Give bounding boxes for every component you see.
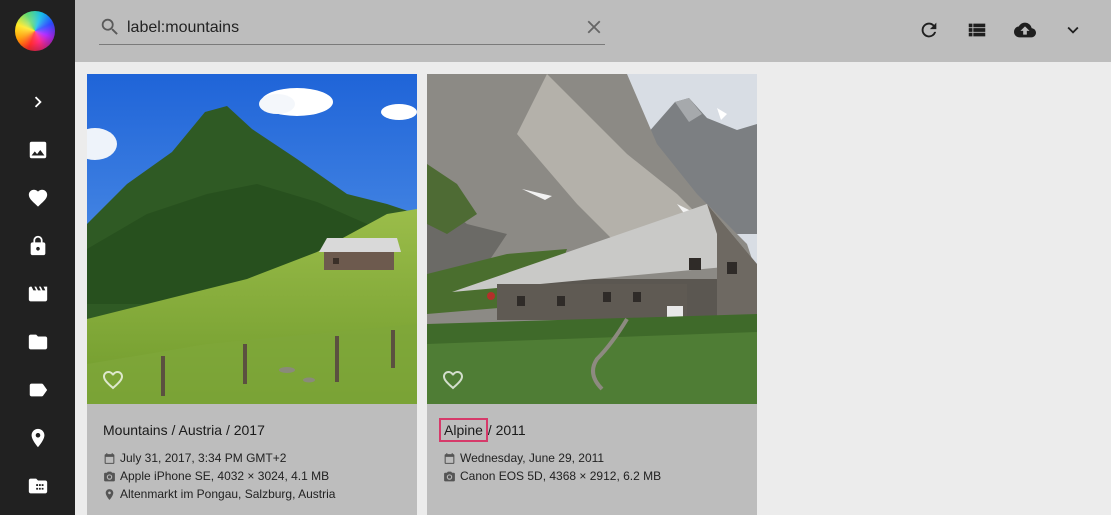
sidebar-item-photos[interactable] [0, 130, 75, 170]
sidebar-item-labels[interactable] [0, 370, 75, 410]
lock-icon [30, 235, 45, 256]
highlighted-title-word[interactable]: Alpine [439, 418, 488, 442]
refresh-icon [921, 22, 937, 38]
search-input[interactable] [127, 16, 567, 40]
place-icon [105, 488, 114, 500]
sidebar-item-videos[interactable] [0, 274, 75, 314]
photo-date: July 31, 2017, 3:34 PM GMT+2 [103, 451, 286, 465]
camera-icon [104, 471, 115, 481]
photo-location[interactable]: Altenmarkt im Pongau, Salzburg, Austria [103, 487, 335, 501]
sidebar-item-private[interactable] [0, 226, 75, 266]
photo-camera: Apple iPhone SE, 4032 × 3024, 4.1 MB [103, 469, 329, 483]
list-view-icon [968, 23, 986, 37]
photo-card[interactable]: Mountains / Austria / 2017 July 31, 2017… [87, 74, 417, 515]
photo-title[interactable]: Alpine / 2011 [439, 418, 526, 442]
heart-outline-icon [103, 371, 123, 390]
photo-date: Wednesday, June 29, 2011 [443, 451, 604, 465]
more-options-button[interactable] [1059, 16, 1087, 44]
app-logo[interactable] [15, 11, 55, 51]
photo-camera-text: Canon EOS 5D, 4368 × 2912, 6.2 MB [460, 469, 662, 483]
sidebar-expand-button[interactable] [0, 82, 75, 122]
photo-title[interactable]: Mountains / Austria / 2017 [103, 422, 265, 438]
heart-icon [28, 189, 47, 207]
photo-date-text: July 31, 2017, 3:34 PM GMT+2 [120, 451, 287, 465]
sidebar-item-places[interactable] [0, 418, 75, 458]
photo-camera-text: Apple iPhone SE, 4032 × 3024, 4.1 MB [120, 469, 330, 483]
calendar-icon [444, 452, 455, 464]
photo-icon [29, 141, 46, 159]
refresh-button[interactable] [915, 16, 943, 44]
photo-thumbnail[interactable] [427, 74, 757, 404]
chevron-right-icon [34, 96, 42, 108]
clear-search-button[interactable] [583, 16, 605, 38]
photo-camera: Canon EOS 5D, 4368 × 2912, 6.2 MB [443, 469, 661, 483]
video-icon [28, 286, 47, 302]
photo-thumbnail[interactable] [87, 74, 417, 404]
sidebar-item-library[interactable] [0, 466, 75, 506]
list-view-button[interactable] [963, 16, 991, 44]
photo-card[interactable]: Alpine / 2011 Wednesday, June 29, 2011 C… [427, 74, 757, 515]
calendar-icon [104, 452, 115, 464]
sidebar [0, 0, 75, 515]
search-icon [99, 16, 121, 38]
sidebar-item-favorites[interactable] [0, 178, 75, 218]
photo-date-text: Wednesday, June 29, 2011 [460, 451, 605, 465]
top-toolbar [75, 0, 1111, 62]
upload-button[interactable] [1011, 16, 1039, 44]
label-icon [29, 383, 47, 397]
upload-icon [1014, 22, 1036, 38]
expand-more-icon [1067, 26, 1079, 34]
favorite-button[interactable] [101, 368, 125, 392]
camera-icon [444, 471, 455, 481]
photo-title-rest: / 2011 [483, 422, 526, 438]
sidebar-item-folders[interactable] [0, 322, 75, 362]
place-icon [31, 428, 44, 448]
search-bar [99, 12, 605, 45]
close-icon [587, 20, 601, 34]
favorite-button[interactable] [441, 368, 465, 392]
photo-location-text: Altenmarkt im Pongau, Salzburg, Austria [120, 487, 336, 501]
library-icon [28, 478, 47, 494]
folder-icon [28, 334, 47, 350]
heart-outline-icon [443, 371, 463, 390]
